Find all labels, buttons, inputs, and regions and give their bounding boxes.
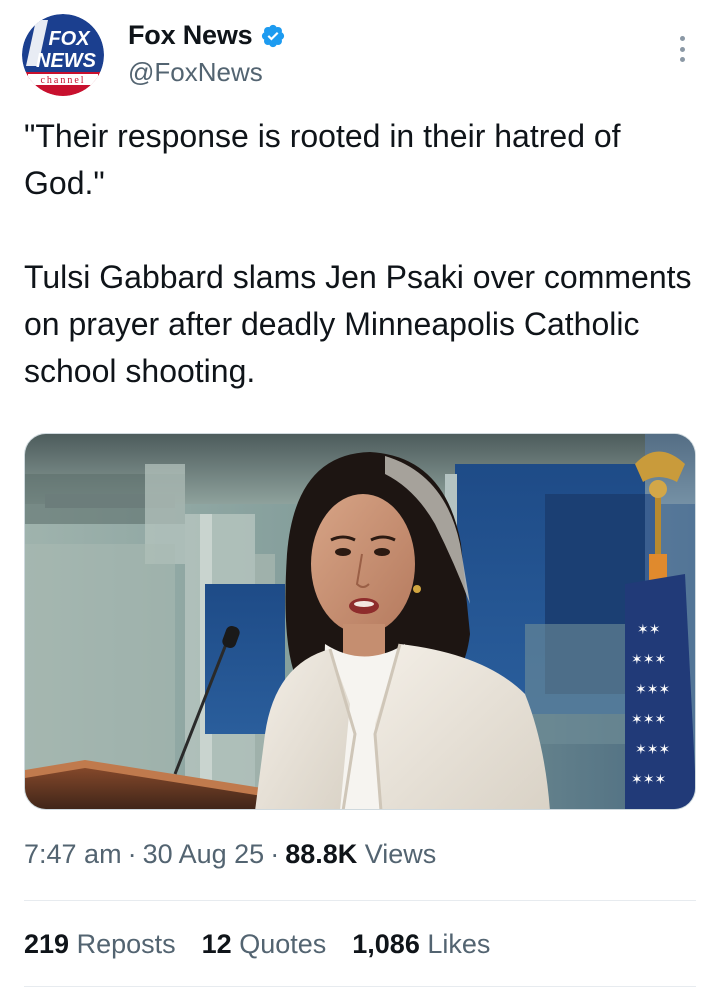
- views-label: Views: [364, 839, 437, 869]
- tweet-date[interactable]: 30 Aug 25: [143, 839, 265, 869]
- briefing-room-photo: ✶✶ ✶✶✶ ✶✶✶ ✶✶✶ ✶✶✶ ✶✶✶: [25, 434, 695, 809]
- verified-badge-icon: [260, 23, 286, 49]
- views-count: 88.8K: [285, 839, 358, 869]
- reposts-count: 219: [24, 929, 70, 959]
- svg-text:✶✶: ✶✶: [637, 622, 660, 638]
- svg-text:✶✶✶: ✶✶✶: [631, 712, 666, 728]
- tweet-photo[interactable]: ✶✶ ✶✶✶ ✶✶✶ ✶✶✶ ✶✶✶ ✶✶✶: [24, 433, 696, 810]
- likes-count: 1,086: [352, 929, 420, 959]
- svg-text:✶✶✶: ✶✶✶: [635, 742, 670, 758]
- tweet-time[interactable]: 7:47 am: [24, 839, 122, 869]
- quotes-label: Quotes: [239, 929, 327, 959]
- reposts-stat[interactable]: 219 Reposts: [24, 929, 176, 960]
- likes-label: Likes: [427, 929, 491, 959]
- author-avatar[interactable]: FOX NEWS channel: [22, 14, 104, 96]
- tweet-text: "Their response is rooted in their hatre…: [24, 113, 696, 395]
- svg-text:✶✶✶: ✶✶✶: [635, 682, 670, 698]
- tweet-meta: 7:47 am · 30 Aug 25 · 88.8K Views: [24, 839, 437, 869]
- likes-stat[interactable]: 1,086 Likes: [352, 929, 490, 960]
- quotes-count: 12: [201, 929, 232, 959]
- tweet-body: Tulsi Gabbard slams Jen Psaki over comme…: [24, 259, 692, 389]
- more-options-icon[interactable]: [678, 36, 686, 62]
- divider: [24, 986, 696, 987]
- fox-news-logo: FOX NEWS channel: [22, 14, 104, 96]
- divider: [24, 900, 696, 901]
- author-display-name[interactable]: Fox News: [128, 20, 253, 51]
- quotes-stat[interactable]: 12 Quotes: [202, 929, 327, 960]
- engagement-stats: 219 Reposts 12 Quotes 1,086 Likes: [24, 929, 490, 960]
- reposts-label: Reposts: [76, 929, 176, 959]
- svg-text:✶✶✶: ✶✶✶: [631, 772, 666, 788]
- author-handle[interactable]: @FoxNews: [128, 57, 263, 88]
- tweet-quote-line: "Their response is rooted in their hatre…: [24, 118, 621, 201]
- svg-text:✶✶✶: ✶✶✶: [631, 652, 666, 668]
- svg-text:FOX: FOX: [48, 28, 91, 50]
- tweet-card: FOX NEWS channel Fox News @FoxNews "Thei…: [0, 0, 720, 997]
- author-name-row: Fox News: [128, 20, 286, 51]
- svg-text:NEWS: NEWS: [36, 50, 97, 72]
- svg-text:channel: channel: [40, 75, 85, 86]
